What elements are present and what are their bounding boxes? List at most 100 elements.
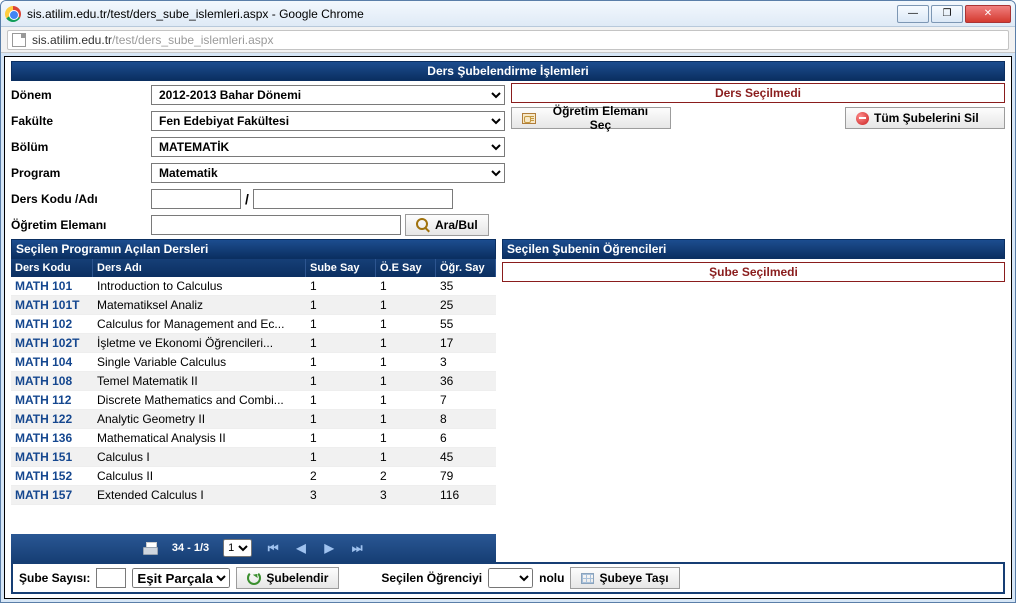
pager-first-icon[interactable]: ⏮ (266, 541, 280, 555)
pager: 34 - 1/3 1 ⏮ ◀ ▶ ⏭ (11, 534, 496, 562)
url-gray: /test/ (112, 33, 138, 47)
url-rest: ders_sube_islemleri.aspx (138, 33, 273, 47)
pager-next-icon[interactable]: ▶ (322, 541, 336, 555)
table-row[interactable]: MATH 101TMatematiksel Analiz1125 (11, 296, 496, 315)
filter-form: Dönem 2012-2013 Bahar Dönemi Fakülte Fen… (11, 83, 505, 239)
nolu-label: nolu (539, 571, 564, 585)
th-code[interactable]: Ders Kodu (11, 259, 93, 277)
table-row[interactable]: MATH 104Single Variable Calculus113 (11, 353, 496, 372)
cell-name: Calculus I (93, 448, 306, 467)
subelendir-button[interactable]: Şubelendir (236, 567, 339, 589)
subeye-tasi-label: Şubeye Taşı (599, 571, 668, 585)
titlebar: sis.atilim.edu.tr/test/ders_sube_islemle… (1, 1, 1015, 27)
ogretim-elemani-sec-label: Öğretim Elemanı Seç (541, 104, 660, 132)
table-row[interactable]: MATH 101Introduction to Calculus1135 (11, 277, 496, 296)
cell-sube: 1 (306, 448, 376, 467)
cell-sube: 1 (306, 429, 376, 448)
table-row[interactable]: MATH 151Calculus I1145 (11, 448, 496, 467)
minimize-button[interactable]: — (897, 5, 929, 23)
cell-name: Calculus II (93, 467, 306, 486)
cell-oe: 1 (376, 372, 436, 391)
sube-sayisi-label: Şube Sayısı: (19, 571, 90, 585)
print-icon[interactable] (143, 542, 158, 555)
cell-oe: 1 (376, 277, 436, 296)
cell-ogr: 25 (436, 296, 496, 315)
table-row[interactable]: MATH 152Calculus II2279 (11, 467, 496, 486)
cell-oe: 1 (376, 296, 436, 315)
search-icon (416, 218, 430, 232)
id-card-icon (522, 113, 536, 124)
table-row[interactable]: MATH 112Discrete Mathematics and Combi..… (11, 391, 496, 410)
url-host: sis.atilim.edu.tr (32, 33, 112, 47)
cell-sube: 1 (306, 410, 376, 429)
cell-oe: 1 (376, 315, 436, 334)
split-mode-select[interactable]: Eşit Parçala (132, 568, 230, 588)
students-pane: Seçilen Şubenin Öğrencileri Şube Seçilme… (502, 239, 1005, 562)
address-text: sis.atilim.edu.tr/test/ders_sube_islemle… (32, 33, 273, 47)
cell-ogr: 35 (436, 277, 496, 296)
fakulte-select[interactable]: Fen Edebiyat Fakültesi (151, 111, 505, 131)
cell-oe: 1 (376, 410, 436, 429)
ogretim-elemani-sec-button[interactable]: Öğretim Elemanı Seç (511, 107, 671, 129)
cell-ogr: 6 (436, 429, 496, 448)
cell-code: MATH 152 (11, 467, 93, 486)
table-row[interactable]: MATH 122Analytic Geometry II118 (11, 410, 496, 429)
program-select[interactable]: Matematik (151, 163, 505, 183)
cell-code: MATH 136 (11, 429, 93, 448)
ara-bul-button[interactable]: Ara/Bul (405, 214, 489, 236)
students-body (502, 282, 1005, 562)
address-box[interactable]: sis.atilim.edu.tr/test/ders_sube_islemle… (7, 30, 1009, 50)
th-sube[interactable]: Sube Say (306, 259, 376, 277)
pager-prev-icon[interactable]: ◀ (294, 541, 308, 555)
tum-subelerini-sil-label: Tüm Şubelerini Sil (874, 111, 979, 125)
pager-page-select[interactable]: 1 (223, 539, 252, 557)
cell-ogr: 79 (436, 467, 496, 486)
secilen-ogrenciyi-label: Seçilen Öğrenciyi (381, 571, 482, 585)
page-icon (12, 33, 26, 47)
cell-sube: 1 (306, 391, 376, 410)
cell-ogr: 116 (436, 486, 496, 505)
bottom-toolbar: Şube Sayısı: Eşit Parçala Şubelendir Seç… (11, 562, 1005, 594)
cell-code: MATH 101 (11, 277, 93, 296)
students-panel-title: Seçilen Şubenin Öğrencileri (502, 239, 1005, 259)
cell-oe: 3 (376, 486, 436, 505)
ogrenci-select[interactable] (488, 568, 533, 588)
grid-icon (581, 573, 594, 584)
cell-name: Analytic Geometry II (93, 410, 306, 429)
sube-sayisi-input[interactable] (96, 568, 126, 588)
close-button[interactable]: ✕ (965, 5, 1011, 23)
donem-select[interactable]: 2012-2013 Bahar Dönemi (151, 85, 505, 105)
table-row[interactable]: MATH 108Temel Matematik II1136 (11, 372, 496, 391)
cell-oe: 1 (376, 353, 436, 372)
pager-last-icon[interactable]: ⏭ (350, 541, 364, 555)
th-name[interactable]: Ders Adı (93, 259, 306, 277)
th-oe[interactable]: Ö.E Say (376, 259, 436, 277)
cell-sube: 1 (306, 353, 376, 372)
maximize-button[interactable]: ❐ (931, 5, 963, 23)
tum-subelerini-sil-button[interactable]: Tüm Şubelerini Sil (845, 107, 1005, 129)
ders-adi-input[interactable] (253, 189, 453, 209)
subeye-tasi-button[interactable]: Şubeye Taşı (570, 567, 679, 589)
ogretim-elemani-input[interactable] (151, 215, 401, 235)
cell-sube: 1 (306, 315, 376, 334)
cell-name: Matematiksel Analiz (93, 296, 306, 315)
table-row[interactable]: MATH 102Tİşletme ve Ekonomi Öğrencileri.… (11, 334, 496, 353)
table-row[interactable]: MATH 157Extended Calculus I33116 (11, 486, 496, 505)
address-bar: sis.atilim.edu.tr/test/ders_sube_islemle… (1, 27, 1015, 53)
ders-status: Ders Seçilmedi (511, 83, 1005, 103)
table-row[interactable]: MATH 136Mathematical Analysis II116 (11, 429, 496, 448)
cell-ogr: 3 (436, 353, 496, 372)
cell-ogr: 17 (436, 334, 496, 353)
table-row[interactable]: MATH 102Calculus for Management and Ec..… (11, 315, 496, 334)
cell-sube: 1 (306, 277, 376, 296)
th-ogr[interactable]: Öğr. Say (436, 259, 496, 277)
table-body: MATH 101Introduction to Calculus1135MATH… (11, 277, 496, 534)
ders-kodu-input[interactable] (151, 189, 241, 209)
bolum-label: Bölüm (11, 140, 151, 154)
cell-code: MATH 112 (11, 391, 93, 410)
cell-code: MATH 122 (11, 410, 93, 429)
cell-code: MATH 151 (11, 448, 93, 467)
right-action-panel: Ders Seçilmedi Öğretim Elemanı Seç Tüm Ş… (511, 83, 1005, 239)
bolum-select[interactable]: MATEMATİK (151, 137, 505, 157)
cell-name: İşletme ve Ekonomi Öğrencileri... (93, 334, 306, 353)
